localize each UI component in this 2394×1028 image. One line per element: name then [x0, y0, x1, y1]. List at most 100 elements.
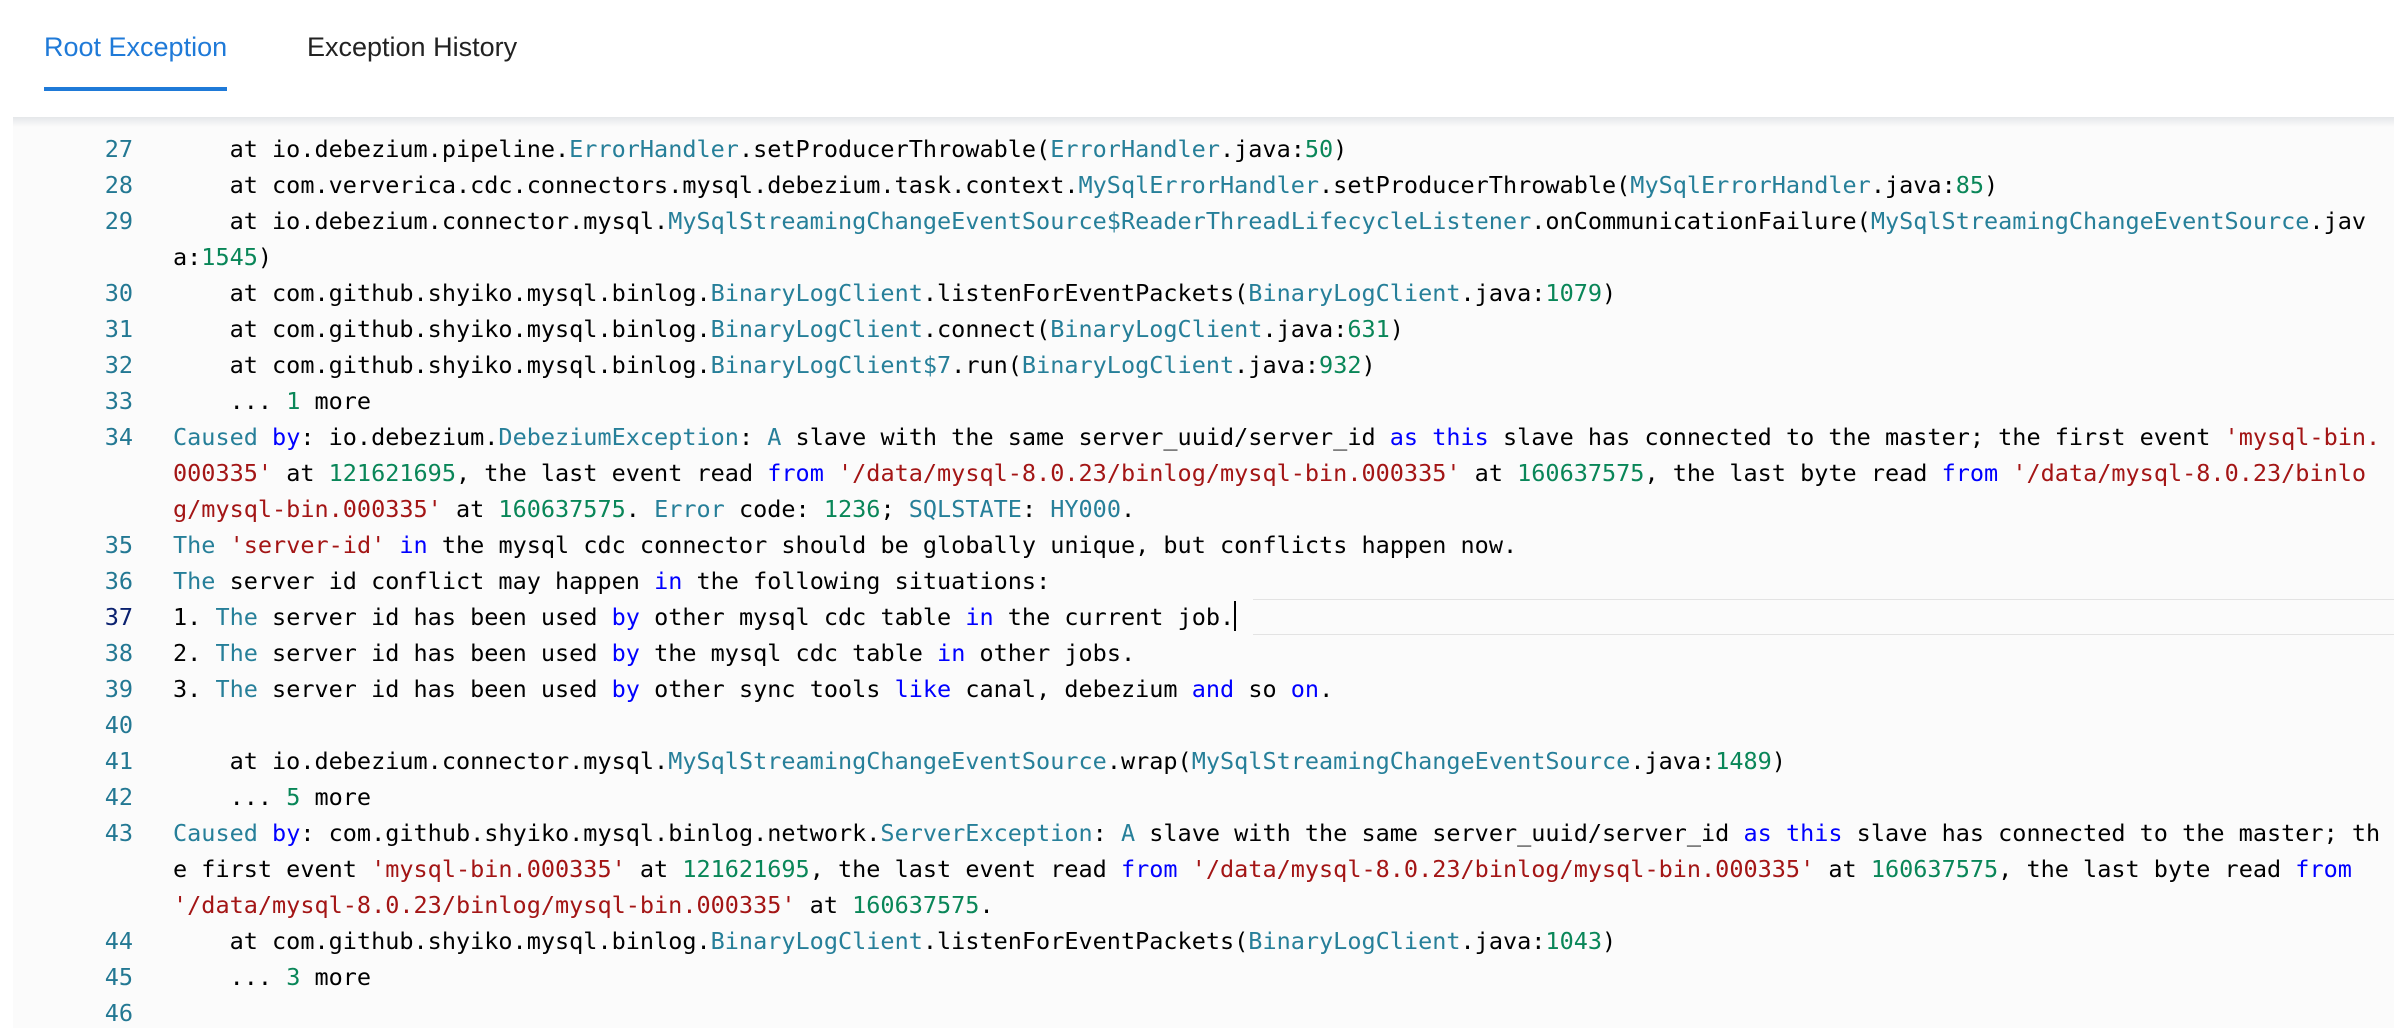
code-token-keyword: from	[1941, 459, 1999, 487]
code-token-number: 1236	[823, 495, 881, 523]
code-text: ... 5 more	[173, 779, 2383, 815]
code-token-default: other sync tools	[639, 675, 895, 703]
line-number: 32	[104, 351, 133, 379]
code-token-default: , the last event read	[809, 855, 1121, 883]
code-text: at com.ververica.cdc.connectors.mysql.de…	[173, 167, 2383, 203]
code-token-default	[258, 423, 272, 451]
code-token-default: slave with the same server_uuid/server_i…	[1135, 819, 1744, 847]
line-number: 34	[104, 423, 133, 451]
code-text: at io.debezium.connector.mysql.MySqlStre…	[173, 203, 2383, 275]
code-line: 41 at io.debezium.connector.mysql.MySqlS…	[13, 743, 2394, 779]
code-token-type: BinaryLogClient	[1050, 315, 1263, 343]
line-number: 28	[104, 171, 133, 199]
code-token-type: MySqlErrorHandler	[1630, 171, 1871, 199]
line-number: 43	[104, 819, 133, 847]
code-token-keyword: in	[937, 639, 966, 667]
stack-trace-editor[interactable]: 27 at io.debezium.pipeline.ErrorHandler.…	[13, 117, 2394, 1028]
code-token-default: , the last event read	[455, 459, 768, 487]
code-token-default: .	[625, 495, 655, 523]
code-token-type: MySqlStreamingChangeEventSource	[1870, 207, 2310, 235]
code-text: at com.github.shyiko.mysql.binlog. Binary…	[173, 311, 2383, 347]
line-number: 30	[104, 279, 133, 307]
code-token-string: 'mysql-bin.000335'	[371, 855, 626, 883]
code-text: Caused by: io.debezium.DebeziumException…	[173, 419, 2383, 527]
code-token-type: BinaryLogClient$7	[710, 351, 952, 379]
code-token-default: )	[1361, 351, 1376, 379]
code-token-default: :	[738, 423, 768, 451]
code-token-default: .listenForEventPackets(	[922, 927, 1249, 955]
code-token-default: )	[1771, 747, 1786, 775]
code-token-keyword: from	[767, 459, 824, 487]
code-line: 27 at io.debezium.pipeline.ErrorHandler.…	[13, 131, 2394, 167]
code-token-type: BinaryLogClient	[710, 279, 923, 307]
code-token-type: BinaryLogClient	[1248, 279, 1461, 307]
code-token-keyword: by	[611, 675, 640, 703]
code-token-default: .java:	[1460, 279, 1546, 307]
code-token-default: .run(	[951, 351, 1022, 379]
code-token-type: ErrorHandler	[569, 135, 739, 163]
code-token-keyword: from	[1120, 855, 1178, 883]
code-token-type: The	[173, 567, 216, 595]
code-line: 28 at com.ververica.cdc.connectors.mysql…	[13, 167, 2394, 203]
code-token-default: .	[1120, 495, 1136, 523]
line-number: 33	[104, 387, 133, 415]
code-token-default: , the last byte read	[1998, 855, 2296, 883]
line-number: 46	[104, 999, 133, 1027]
code-token-type: BinaryLogClient	[710, 927, 923, 955]
line-number: 42	[104, 783, 133, 811]
code-token-type: ErrorHandler	[1050, 135, 1220, 163]
code-text: at io.debezium.pipeline.ErrorHandler.set…	[173, 131, 2383, 167]
code-token-default: server id has been used	[257, 675, 612, 703]
code-token-string: 'server-id'	[229, 531, 386, 559]
code-token-keyword: by	[272, 819, 301, 847]
code-token-default: at	[625, 855, 683, 883]
code-token-number: 121621695	[682, 855, 810, 883]
tab-root-exception[interactable]: Root Exception	[44, 0, 228, 93]
code-line: 35 The 'server-id' in the mysql cdc conne…	[13, 527, 2394, 563]
code-token-default: .	[979, 891, 994, 919]
code-text: at com.github.shyiko.mysql.binlog.Binary…	[173, 923, 2383, 959]
line-number: 27	[104, 135, 133, 163]
code-token-default: )	[1984, 171, 1999, 199]
tab-exception-history[interactable]: Exception History	[307, 0, 517, 93]
code-token-number: 160637575	[852, 891, 980, 919]
code-token-default: .setProducerThrowable(	[738, 135, 1051, 163]
code-text: at com.github.shyiko.mysql.binlog.Binary…	[173, 275, 2383, 311]
code-token-default: server id has been used	[257, 639, 612, 667]
code-line: 37 1. The server id has been used by othe…	[13, 599, 2394, 635]
code-token-default: more	[300, 387, 372, 415]
code-token-default	[1178, 855, 1192, 883]
code-token-default: other mysql cdc table	[639, 603, 966, 631]
code-text: at io.debezium.connector.mysql.MySqlStre…	[173, 743, 2383, 779]
line-number: 39	[104, 675, 133, 703]
code-token-default: at	[1814, 855, 1871, 883]
code-token-default: .wrap(	[1106, 747, 1192, 775]
code-line: 44 at com.github.shyiko.mysql.binlog.Bin…	[13, 923, 2394, 959]
code-token-default: canal, debezium	[951, 675, 1192, 703]
code-token-number: 85	[1955, 171, 1985, 199]
code-token-number: 160637575	[1517, 459, 1645, 487]
code-token-default: at com.github.shyiko.mysql.binlog.	[173, 315, 711, 343]
code-token-default: ...	[173, 783, 287, 811]
code-token-default: code:	[724, 495, 824, 523]
code-token-default: .listenForEventPackets(	[922, 279, 1249, 307]
code-token-default: 2.	[173, 639, 216, 667]
code-token-default: at com.github.shyiko.mysql.binlog.	[173, 351, 711, 379]
code-token-default: more	[300, 963, 372, 991]
code-token-type: The	[215, 603, 258, 631]
code-token-number: 1079	[1545, 279, 1603, 307]
code-token-default: at	[441, 495, 499, 523]
code-line: 34 Caused by: io.debezium.DebeziumExcepti…	[13, 419, 2394, 527]
code-token-default: server id has been used	[257, 603, 612, 631]
code-token-number: 160637575	[1870, 855, 1999, 883]
code-token-keyword: by	[611, 603, 640, 631]
code-line: 38 2. The server id has been used by the …	[13, 635, 2394, 671]
code-text: The server id conflict may happen in the…	[173, 563, 2383, 599]
code-line: 29 at io.debezium.connector.mysql.MySqlS…	[13, 203, 2394, 275]
code-token-keyword: as	[1743, 819, 1772, 847]
code-token-default: 3.	[173, 675, 216, 703]
code-token-default: at com.ververica.cdc.connectors.mysql.de…	[173, 171, 1079, 199]
code-token-type: ServerException	[880, 819, 1093, 847]
line-number: 44	[104, 927, 133, 955]
code-token-default: )	[1602, 927, 1617, 955]
